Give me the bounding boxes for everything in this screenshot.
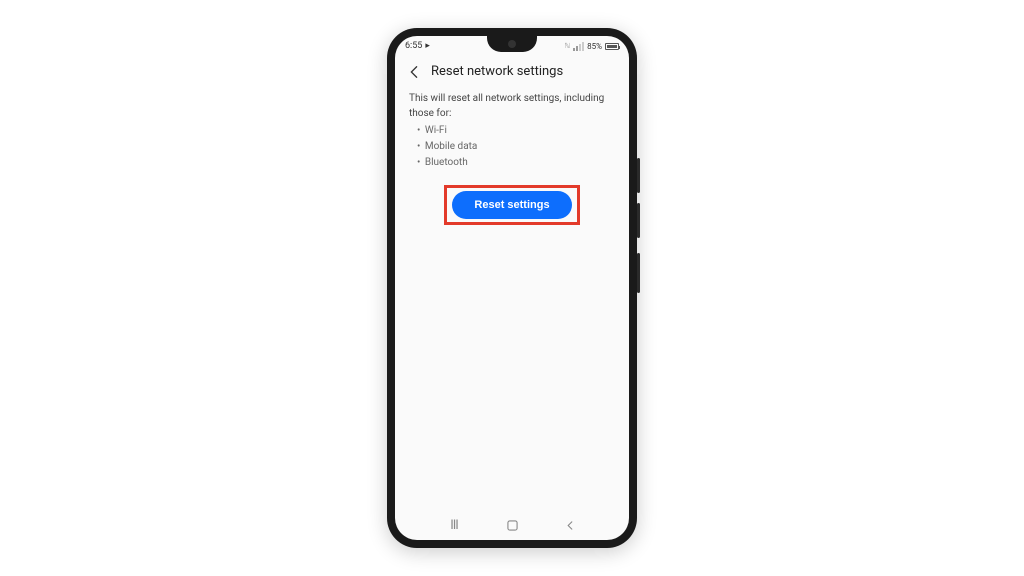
phone-screen: 6:55 ▸ ℕ 85% Reset network settings This (395, 36, 629, 540)
signal-icon (573, 42, 584, 51)
battery-percent: 85% (587, 42, 602, 51)
volume-up-button[interactable] (637, 158, 640, 193)
page-title: Reset network settings (431, 64, 563, 79)
reset-items-list: Wi-Fi Mobile data Bluetooth (409, 123, 615, 171)
highlight-annotation: Reset settings (444, 185, 579, 225)
nav-back-button[interactable] (560, 515, 580, 535)
battery-icon (605, 43, 619, 50)
content-area: This will reset all network settings, in… (395, 87, 629, 510)
reset-description: This will reset all network settings, in… (409, 91, 615, 121)
phone-frame: 6:55 ▸ ℕ 85% Reset network settings This (387, 28, 637, 548)
list-item: Bluetooth (417, 155, 615, 171)
display-notch (487, 36, 537, 52)
chevron-left-icon (409, 65, 419, 79)
reset-settings-button[interactable]: Reset settings (452, 191, 571, 219)
recent-apps-button[interactable]: III (444, 515, 464, 535)
home-icon (507, 520, 518, 531)
list-item: Wi-Fi (417, 123, 615, 139)
power-button[interactable] (637, 253, 640, 293)
volume-down-button[interactable] (637, 203, 640, 238)
chevron-left-icon (566, 520, 574, 531)
list-item: Mobile data (417, 139, 615, 155)
video-icon: ▸ (425, 41, 430, 51)
home-button[interactable] (502, 515, 522, 535)
status-time: 6:55 (405, 41, 422, 51)
nfc-icon: ℕ (565, 42, 571, 50)
back-button[interactable] (407, 65, 421, 79)
page-header: Reset network settings (395, 56, 629, 87)
navigation-bar: III (395, 510, 629, 540)
